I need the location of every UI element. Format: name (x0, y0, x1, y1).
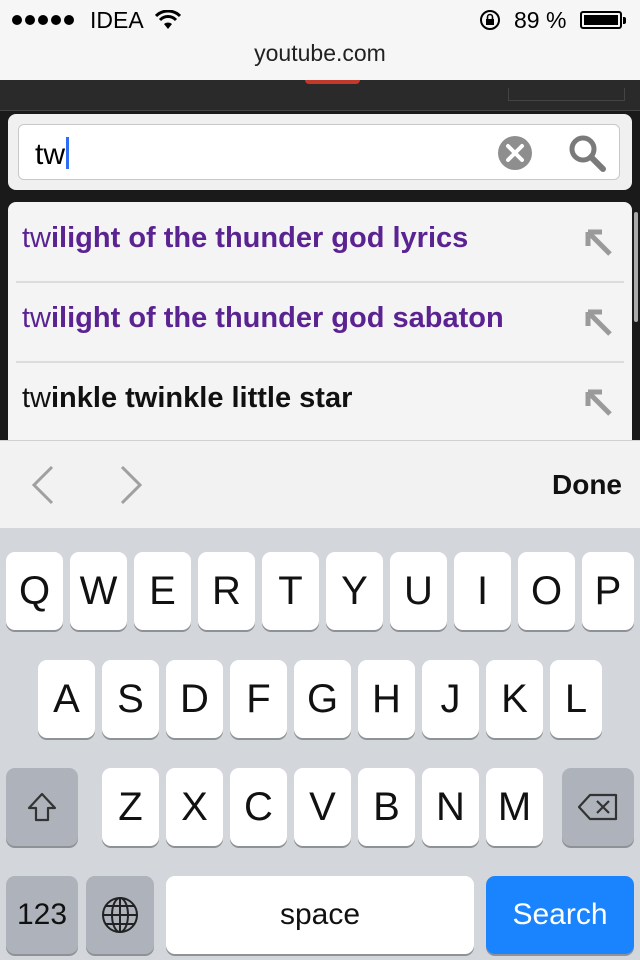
wifi-icon (155, 10, 181, 29)
keyboard-accessory-bar: Done (0, 440, 640, 529)
key-x[interactable]: X (166, 768, 223, 846)
key-k[interactable]: K (486, 660, 543, 738)
globe-icon (102, 897, 138, 933)
key-u[interactable]: U (390, 552, 447, 630)
backspace-icon (577, 793, 618, 821)
key-n[interactable]: N (422, 768, 479, 846)
key-s[interactable]: S (102, 660, 159, 738)
key-r[interactable]: R (198, 552, 255, 630)
globe-key[interactable] (86, 876, 154, 954)
page-accent (305, 80, 360, 84)
key-h[interactable]: H (358, 660, 415, 738)
key-p[interactable]: P (582, 552, 634, 630)
text-caret (66, 137, 69, 169)
search-icon[interactable] (567, 133, 607, 173)
key-i[interactable]: I (454, 552, 511, 630)
space-key[interactable]: space (166, 876, 474, 954)
signal-strength-icon (12, 15, 74, 25)
search-key[interactable]: Search (486, 876, 634, 954)
chevron-right-icon[interactable] (116, 463, 146, 507)
clear-icon[interactable] (497, 135, 533, 171)
page-background (0, 80, 640, 111)
suggestion-item[interactable]: twinkle twinkle little star (16, 362, 624, 443)
battery-icon (580, 11, 626, 29)
keyboard: Q W E R T Y U I O P A S D F G H J K L Z … (0, 528, 640, 960)
key-f[interactable]: F (230, 660, 287, 738)
suggestion-typed: tw (22, 302, 51, 334)
key-b[interactable]: B (358, 768, 415, 846)
arrow-up-left-icon[interactable] (580, 384, 616, 420)
page-element (508, 88, 625, 101)
search-query: tw (35, 137, 69, 172)
chevron-left-icon[interactable] (28, 463, 58, 507)
suggestion-completion: ilight of the thunder god lyrics (51, 222, 469, 254)
done-button[interactable]: Done (552, 469, 622, 501)
scrollbar[interactable] (634, 212, 638, 322)
key-a[interactable]: A (38, 660, 95, 738)
numbers-key[interactable]: 123 (6, 876, 78, 954)
key-c[interactable]: C (230, 768, 287, 846)
key-j[interactable]: J (422, 660, 479, 738)
key-l[interactable]: L (550, 660, 602, 738)
rotation-lock-icon (480, 10, 500, 30)
shift-icon (27, 792, 57, 822)
shift-key[interactable] (6, 768, 78, 846)
key-z[interactable]: Z (102, 768, 159, 846)
suggestion-typed: tw (22, 222, 51, 254)
key-m[interactable]: M (486, 768, 543, 846)
key-t[interactable]: T (262, 552, 319, 630)
arrow-up-left-icon[interactable] (580, 304, 616, 340)
suggestion-completion: inkle twinkle little star (51, 382, 353, 414)
suggestion-item[interactable]: twilight of the thunder god lyrics (16, 202, 624, 283)
key-q[interactable]: Q (6, 552, 63, 630)
key-g[interactable]: G (294, 660, 351, 738)
suggestion-list: twilight of the thunder god lyrics twili… (8, 202, 638, 443)
key-w[interactable]: W (70, 552, 127, 630)
key-d[interactable]: D (166, 660, 223, 738)
suggestion-typed: tw (22, 382, 51, 414)
search-input[interactable]: tw (18, 124, 620, 180)
suggestion-completion: ilight of the thunder god sabaton (51, 302, 504, 334)
suggestion-item[interactable]: twilight of the thunder god sabaton (16, 282, 624, 363)
page-url[interactable]: youtube.com (0, 40, 640, 67)
arrow-up-left-icon[interactable] (580, 224, 616, 260)
battery-percent: 89 % (514, 7, 567, 33)
carrier-name: IDEA (90, 7, 144, 33)
status-bar: IDEA 89 % youtube.com (0, 0, 640, 80)
backspace-key[interactable] (562, 768, 634, 846)
search-panel: tw (8, 114, 632, 190)
key-y[interactable]: Y (326, 552, 383, 630)
key-v[interactable]: V (294, 768, 351, 846)
key-e[interactable]: E (134, 552, 191, 630)
key-o[interactable]: O (518, 552, 575, 630)
